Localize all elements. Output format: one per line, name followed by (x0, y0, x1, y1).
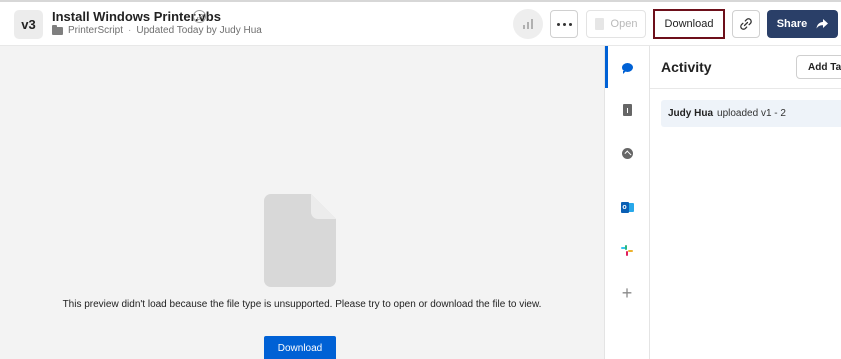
activity-user[interactable]: Judy Hua (668, 108, 713, 119)
folder-breadcrumb[interactable]: PrinterScript (68, 25, 123, 36)
sign-tab[interactable] (617, 143, 637, 163)
updated-text: Updated Today by Judy Hua (136, 25, 262, 36)
version-badge[interactable]: v3 (14, 10, 43, 39)
open-label: Open (610, 18, 638, 30)
insights-button[interactable] (513, 9, 543, 39)
file-subline: PrinterScript · Updated Today by Judy Hu… (52, 24, 262, 36)
open-button[interactable]: Open (586, 10, 646, 38)
share-arrow-icon (816, 19, 829, 29)
file-header: v3 Install Windows Printer.vbs PrinterSc… (0, 0, 841, 46)
slack-integration[interactable] (617, 240, 637, 260)
details-icon (622, 104, 632, 116)
more-options-button[interactable] (550, 10, 578, 38)
activity-tab[interactable] (617, 57, 637, 77)
activity-text: uploaded v1 - 2 (717, 108, 786, 119)
shared-link-icon[interactable] (193, 10, 206, 23)
link-icon (740, 18, 752, 30)
ellipsis-icon (556, 22, 560, 26)
document-icon (594, 18, 604, 30)
details-tab[interactable] (617, 100, 637, 120)
preview-area: This preview didn't load because the fil… (0, 46, 604, 359)
file-icon (264, 194, 336, 287)
separator: · (128, 25, 132, 36)
folder-icon (52, 24, 63, 35)
add-task-button[interactable]: Add Ta (796, 55, 841, 79)
download-button[interactable]: Download (653, 9, 725, 39)
sign-icon (621, 147, 633, 159)
share-label: Share (776, 18, 808, 30)
activity-icon (621, 62, 633, 74)
activity-title: Activity (661, 59, 712, 75)
plus-icon: + (621, 283, 633, 303)
unsupported-message: This preview didn't load because the fil… (62, 299, 542, 310)
share-button[interactable]: Share (767, 10, 838, 38)
preview-download-button[interactable]: Download (264, 336, 336, 359)
copy-link-button[interactable] (732, 10, 760, 38)
activity-panel: Activity Add Ta Judy Hua uploaded v1 - 2 (650, 46, 841, 359)
divider (650, 88, 841, 89)
slack-icon (621, 244, 633, 256)
activity-entry: Judy Hua uploaded v1 - 2 (661, 100, 841, 127)
active-indicator (605, 46, 608, 88)
outlook-integration[interactable]: o (617, 197, 637, 217)
add-integration-button[interactable]: + (617, 283, 637, 303)
bar-chart-icon (523, 25, 525, 29)
link-glyph-icon (196, 13, 203, 20)
sidebar-rail: o + (604, 46, 650, 359)
outlook-icon: o (620, 201, 634, 213)
